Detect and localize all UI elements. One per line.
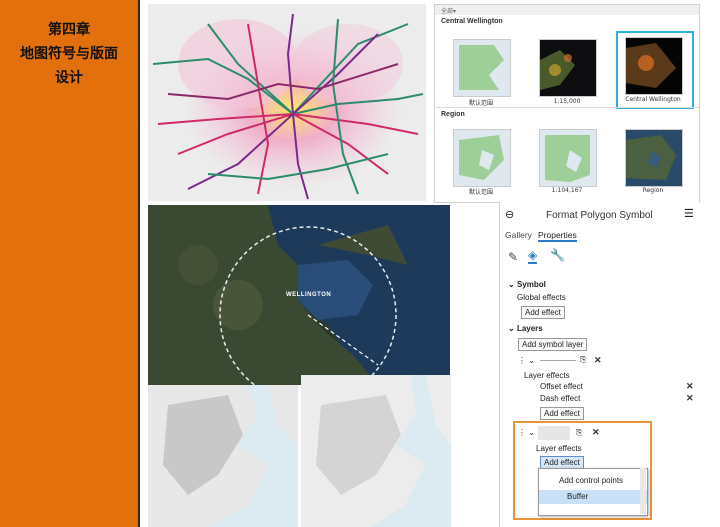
layer-1-swatch <box>540 360 576 361</box>
menu-item-add-control-points[interactable]: Add control points <box>559 476 623 485</box>
bookmark-thumb-15000[interactable] <box>539 39 597 97</box>
bookmarks-filter[interactable]: 全部▾ <box>435 5 699 15</box>
global-effects-label: Global effects <box>517 293 566 302</box>
add-layer-effect-button[interactable]: Add effect <box>540 407 584 420</box>
bookmark-label-15000: 1:15,000 <box>553 98 581 105</box>
chapter-line-3: 设计 <box>55 70 83 86</box>
bookmark-label-central-wellington: Central Wellington <box>625 96 681 103</box>
bookmarks-panel: 全部▾ Central Wellington 默认范围 1:15,000 Cen… <box>434 4 700 203</box>
section-symbol-label: Symbol <box>516 280 546 289</box>
add-global-effect-button[interactable]: Add effect <box>521 306 565 319</box>
pane-title: Format Polygon Symbol <box>546 210 653 221</box>
add-effect-dropdown: Add control points Buffer <box>538 468 648 516</box>
layers-icon[interactable]: ◈ <box>528 248 538 264</box>
chapter-sidebar: 第四章 地图符号与版面 设计 <box>0 0 140 527</box>
bookmark-thumb-default-2[interactable] <box>453 129 511 187</box>
bookmark-thumb-region[interactable] <box>625 129 683 187</box>
copy-icon[interactable]: ⎘ <box>580 355 586 365</box>
bottom-map-left <box>148 385 298 527</box>
group-central-wellington: Central Wellington <box>441 18 503 25</box>
close-icon[interactable]: ✕ <box>594 355 602 366</box>
add-symbol-layer-button[interactable]: Add symbol layer <box>518 338 588 351</box>
layer-effects-label-2: Layer effects <box>536 444 582 453</box>
map-label-wellington: WELLINGTON <box>286 292 332 298</box>
bookmark-thumb-central-wellington[interactable] <box>625 37 683 95</box>
section-symbol[interactable]: ⌄ Symbol <box>508 280 546 289</box>
menu-item-buffer[interactable]: Buffer <box>567 492 588 501</box>
layer-2-expand[interactable]: ⋮ ⌄ <box>518 428 535 437</box>
back-icon[interactable]: ⊖ <box>505 208 514 221</box>
tab-properties[interactable]: Properties <box>538 230 577 242</box>
dash-effect-label: Dash effect <box>540 394 581 403</box>
bookmark-label-default-1: 默认范围 <box>468 100 493 107</box>
copy-icon-2[interactable]: ⎘ <box>576 428 582 438</box>
hamburger-menu-icon[interactable]: ☰ <box>684 207 694 220</box>
brush-icon[interactable]: ✎ <box>508 250 518 264</box>
chapter-title: 第四章 地图符号与版面 设计 <box>0 18 138 90</box>
close-icon-2[interactable]: ✕ <box>592 427 600 438</box>
section-layers-label: Layers <box>516 324 543 333</box>
layer-2-swatch <box>538 426 570 440</box>
wrench-icon[interactable]: 🔧 <box>550 248 565 262</box>
section-layers[interactable]: ⌄ Layers <box>508 324 543 333</box>
remove-dash-icon[interactable]: ✕ <box>686 393 694 404</box>
layer-effects-label-1: Layer effects <box>524 371 570 380</box>
bookmark-label-104167: 1:104,167 <box>551 187 583 194</box>
remove-offset-icon[interactable]: ✕ <box>686 381 694 392</box>
satellite-map: WELLINGTON <box>148 205 450 385</box>
bottom-map-right <box>301 375 451 527</box>
bookmark-thumb-104167[interactable] <box>539 129 597 187</box>
bookmark-label-default-2: 默认范围 <box>468 189 493 196</box>
bookmark-label-region: Region <box>642 187 664 194</box>
dropdown-scrollbar[interactable] <box>640 468 646 514</box>
format-polygon-symbol-pane: ⊖ Format Polygon Symbol ☰ Gallery Proper… <box>499 202 700 527</box>
group-region: Region <box>441 111 465 118</box>
offset-effect-label: Offset effect <box>540 382 583 391</box>
layer-1-expand[interactable]: ⋮ ⌄ <box>518 356 535 365</box>
chapter-line-2: 地图符号与版面 <box>20 46 118 62</box>
transit-network-map <box>148 4 426 201</box>
tab-gallery[interactable]: Gallery <box>505 230 532 240</box>
chapter-line-1: 第四章 <box>48 22 90 38</box>
bookmark-thumb-default-1[interactable] <box>453 39 511 97</box>
filter-label: 全部▾ <box>441 9 457 15</box>
